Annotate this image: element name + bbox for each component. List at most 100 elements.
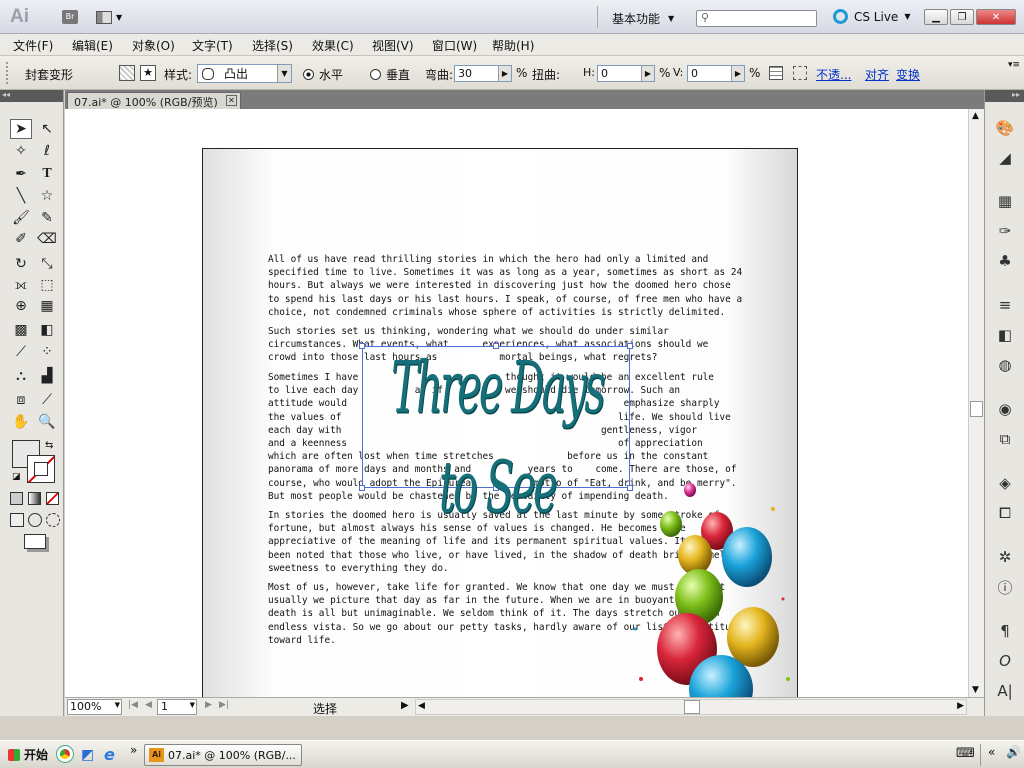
column-graph-tool-icon[interactable]: ▟ [36,366,58,386]
eraser-tool-icon[interactable]: ⌫ [36,229,58,249]
artboard-tool-icon[interactable]: ⧈ [10,390,32,410]
transform-link[interactable]: 变换 [896,66,920,83]
menu-window[interactable]: 窗口(W) [432,37,477,54]
none-mode-icon[interactable] [46,492,59,505]
brushes-panel-icon[interactable]: ✑ [993,220,1017,242]
panel-collapse-strip[interactable]: ◂◂ [0,90,63,102]
color-panel-icon[interactable]: 🎨 [993,117,1017,139]
scroll-right-icon[interactable]: ▶ [957,701,964,711]
artboards-panel-icon[interactable]: ⧠ [993,502,1017,524]
transparency-panel-icon[interactable]: ◍ [993,354,1017,376]
direct-selection-tool-icon[interactable]: ↖ [36,119,58,139]
zoom-select[interactable]: 100% ▼ [67,699,122,715]
v-stepper-icon[interactable]: ▶ [731,66,744,81]
menu-help[interactable]: 帮助(H) [492,37,534,54]
width-tool-icon[interactable]: ⟗ [10,275,32,295]
keyboard-icon[interactable]: ⌨ [956,746,975,761]
h-stepper-icon[interactable]: ▶ [641,66,654,81]
stroke-panel-icon[interactable]: ≡ [993,294,1017,316]
envelope-options-icon[interactable] [769,66,783,80]
perspective-grid-tool-icon[interactable]: ▦ [36,296,58,316]
status-menu-icon[interactable]: ▶ [401,700,409,711]
previous-page-icon[interactable]: ◀ [145,700,152,710]
menu-file[interactable]: 文件(F) [13,37,53,54]
symbol-sprayer-tool-icon[interactable]: ⛬ [10,366,32,386]
start-button[interactable]: 开始 [2,744,54,765]
info-panel-icon[interactable]: ⓘ [993,576,1017,598]
magic-wand-tool-icon[interactable]: ✧ [10,141,32,161]
page-select[interactable]: 1 ▼ [157,699,197,715]
arrange-documents-button[interactable]: ▼ [96,9,128,25]
h-scroll-thumb[interactable] [684,700,700,714]
minimize-button[interactable]: ▁ [924,9,948,25]
vertical-scrollbar[interactable]: ▲ ▼ [968,109,984,697]
cs-live-button[interactable]: CS Live ▼ [833,9,910,24]
opentype-panel-icon[interactable]: O [993,650,1017,672]
edit-contents-icon[interactable]: ★ [140,65,156,81]
color-mode-icon[interactable] [10,492,23,505]
workspace-switcher[interactable]: 基本功能 ▼ [612,10,674,27]
envelope-handle[interactable] [627,343,633,349]
envelope-handle[interactable] [359,485,365,491]
paintbrush-tool-icon[interactable]: 🖌 [10,208,32,228]
scale-tool-icon[interactable]: ⤡ [36,254,58,274]
graphic-styles-icon[interactable]: ⧉ [993,428,1017,450]
eyedropper-tool-icon[interactable]: ⟋ [10,342,32,362]
dock-collapse-strip[interactable]: ▸▸ [985,90,1024,102]
last-page-icon[interactable]: ▶| [219,700,229,710]
character-panel-icon[interactable]: A| [993,680,1017,702]
star-tool-icon[interactable]: ☆ [36,186,58,206]
horizontal-scrollbar[interactable]: ◀ ▶ [415,699,967,715]
stroke-swatch[interactable] [27,455,55,483]
transform-icon[interactable] [793,66,807,80]
align-link[interactable]: 对齐 [865,66,889,83]
chrome-icon[interactable] [56,745,74,763]
explorer-icon[interactable]: ◩ [81,747,94,763]
swap-fill-stroke-icon[interactable]: ⇆ [45,440,53,451]
blend-tool-icon[interactable]: ⁘ [36,342,58,362]
edit-envelope-icon[interactable] [119,65,135,81]
grip-handle[interactable] [6,62,10,84]
gradient-panel-icon[interactable]: ◧ [993,324,1017,346]
document-tab[interactable]: 07.ai* @ 100% (RGB/预览) ✕ [67,92,241,109]
slice-tool-icon[interactable]: ⟋ [36,390,58,410]
volume-icon[interactable]: 🔊 [1006,745,1021,759]
draw-normal-icon[interactable] [10,513,24,527]
tray-expand-icon[interactable]: « [988,745,995,759]
canvas[interactable]: All of us have read thrilling stories in… [65,109,968,697]
ie-icon[interactable]: e [104,745,115,764]
mesh-tool-icon[interactable]: ▩ [10,320,32,340]
search-field[interactable]: ⚲ [696,10,817,27]
scroll-thumb[interactable] [970,401,983,417]
free-transform-tool-icon[interactable]: ⬚ [36,275,58,295]
appearance-panel-icon[interactable]: ◉ [993,398,1017,420]
pencil-tool-icon[interactable]: ✎ [36,208,58,228]
screen-mode-icon[interactable] [24,534,46,549]
illustrator-task-button[interactable]: Ai 07.ai* @ 100% (RGB/... [144,744,302,766]
default-colors-icon[interactable]: ◪ [12,472,21,482]
draw-inside-icon[interactable] [46,513,60,527]
opacity-link[interactable]: 不透... [816,66,851,83]
close-button[interactable]: ✕ [976,9,1016,25]
color-guide-icon[interactable]: ◢ [993,147,1017,169]
menu-object[interactable]: 对象(O) [132,37,175,54]
paragraph-panel-icon[interactable]: ¶ [993,620,1017,642]
horizontal-radio[interactable]: 水平 [303,66,343,83]
next-page-icon[interactable]: ▶ [205,700,212,710]
scroll-up-icon[interactable]: ▲ [972,111,979,121]
gradient-tool-icon[interactable]: ◧ [36,320,58,340]
restore-button[interactable]: ❐ [950,9,974,25]
gradient-mode-icon[interactable] [28,492,41,505]
bridge-button[interactable]: Br [62,10,78,24]
vertical-radio[interactable]: 垂直 [370,66,410,83]
symbols-panel-icon[interactable]: ♣ [993,250,1017,272]
lasso-tool-icon[interactable]: ℓ [36,141,58,161]
layers-panel-icon[interactable]: ◈ [993,472,1017,494]
menu-effect[interactable]: 效果(C) [312,37,354,54]
type-tool-icon[interactable]: T [36,164,58,184]
shape-builder-tool-icon[interactable]: ⊕ [10,296,32,316]
draw-behind-icon[interactable] [28,513,42,527]
more-icon[interactable]: » [130,743,137,757]
hand-tool-icon[interactable]: ✋ [10,412,32,432]
menu-type[interactable]: 文字(T) [192,37,233,54]
